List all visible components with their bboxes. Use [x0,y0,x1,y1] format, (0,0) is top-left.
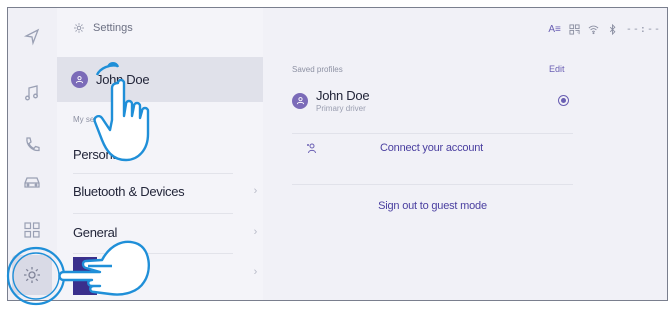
menu-item-label: General [73,224,118,240]
my-settings-label: My setti [73,115,101,124]
link-account-icon [307,143,316,154]
saved-profile-item[interactable]: John Doe Primary driver [292,88,370,113]
icon-rail [8,8,57,300]
car-icon[interactable] [22,172,42,192]
divider [73,213,233,214]
divider [73,253,233,254]
connect-account-button[interactable]: Connect your account [292,136,573,160]
active-profile-radio[interactable] [558,95,569,106]
saved-profiles-label: Saved profiles [292,65,343,74]
settings-title: Settings [93,22,133,34]
apps-icon[interactable] [22,220,42,240]
avatar [71,71,88,88]
gear-icon [74,23,84,33]
settings-icon[interactable] [12,255,52,295]
divider [73,173,233,174]
status-bar: A≡ --:-- [548,24,661,35]
profile-content: A≡ --:-- Saved profiles Edit John Doe Pr… [263,8,667,300]
profile-name: John Doe [96,72,150,87]
infotainment-screen: Settings John Doe My setti Persona Bluet… [7,7,668,301]
bluetooth-icon [609,24,616,35]
avatar [292,92,308,109]
qr-code-icon [569,24,580,35]
clock-readout: --:-- [625,24,661,35]
menu-item-general[interactable]: General › [73,221,257,243]
menu-item-label: Bluetooth & Devices [73,183,185,199]
connect-account-label: Connect your account [380,142,484,154]
divider [292,133,573,134]
menu-item-more[interactable]: › [73,261,258,283]
phone-icon[interactable] [22,135,42,155]
menu-item-icon-block [73,257,97,295]
menu-item-personal[interactable]: Persona [73,143,257,165]
user-icon [75,76,84,84]
wifi-icon [588,25,599,35]
driver-role: Primary driver [316,104,366,113]
divider [292,184,573,185]
navigation-icon[interactable] [22,27,42,47]
edit-button[interactable]: Edit [549,64,565,74]
chevron-right-icon: › [253,185,258,197]
menu-item-label: Persona [73,146,120,162]
sign-out-guest-button[interactable]: Sign out to guest mode [292,194,573,218]
menu-item-bluetooth[interactable]: Bluetooth & Devices › [73,180,257,202]
music-icon[interactable] [22,83,42,103]
chevron-right-icon: › [253,226,258,238]
sign-out-guest-label: Sign out to guest mode [378,200,487,212]
driver-name: John Doe [316,88,370,103]
chevron-right-icon: › [253,266,258,278]
settings-header: Settings [73,22,133,34]
profile-row[interactable]: John Doe [57,57,263,102]
user-icon [296,97,304,105]
font-size-icon: A≡ [548,24,561,35]
